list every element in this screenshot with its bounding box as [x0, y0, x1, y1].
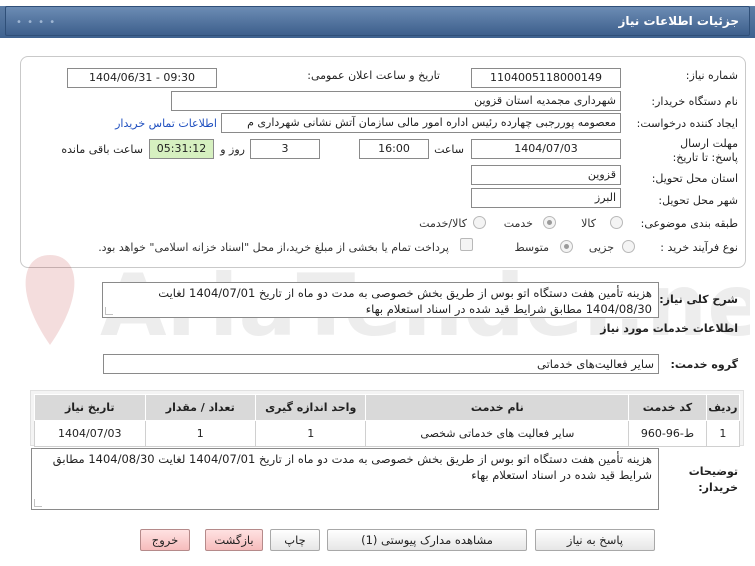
category-goods-service-radio[interactable]: [473, 216, 486, 229]
category-goods-radio[interactable]: [610, 216, 623, 229]
category-goods-service-label: کالا/خدمت: [419, 217, 467, 230]
column-header: کد خدمت: [628, 394, 707, 421]
process-medium-radio[interactable]: [560, 240, 573, 253]
column-header: ردیف: [705, 394, 741, 421]
summary-text: هزینه تأمین هفت دستگاه اتو بوس از طریق ب…: [158, 286, 652, 316]
days-remaining-field: 3: [250, 139, 320, 159]
days-label: روز و: [220, 143, 245, 156]
summary-textarea[interactable]: هزینه تأمین هفت دستگاه اتو بوس از طریق ب…: [102, 282, 659, 318]
category-service-radio[interactable]: [543, 216, 556, 229]
column-header: واحد اندازه گیری: [254, 394, 367, 421]
announce-datetime-label: تاریخ و ساعت اعلان عمومی:: [307, 69, 440, 82]
buyer-org-field: شهرداری مجمدیه استان قزوین: [171, 91, 621, 111]
title-bar: • • • • جزئیات اطلاعات نیاز: [0, 0, 755, 38]
category-goods-label: کالا: [581, 217, 596, 230]
province-label: استان محل تحویل:: [651, 172, 738, 185]
category-service-label: خدمت: [503, 217, 533, 230]
remaining-time-label: ساعت باقی مانده: [61, 143, 143, 156]
category-label: طبقه بندی موضوعی:: [640, 217, 738, 230]
summary-label: شرح کلی نیاز:: [659, 293, 738, 306]
process-medium-label: متوسط: [514, 241, 549, 254]
creator-field: معصومه پوررجبی چهارده رئیس اداره امور ما…: [221, 113, 621, 133]
services-section-title: اطلاعات خدمات مورد نیاز: [600, 322, 738, 335]
buyer-notes-text: هزینه تأمین هفت دستگاه اتو بوس از طریق ب…: [52, 452, 652, 482]
resize-handle-icon[interactable]: [34, 499, 42, 507]
table-cell: 1: [254, 420, 367, 447]
dots-icon: • • • •: [16, 17, 57, 28]
column-header: نام خدمت: [365, 394, 630, 421]
table-cell: 1: [705, 420, 741, 447]
table-cell: سایر فعالیت های خدماتی شخصی: [365, 420, 630, 447]
table-cell: ط-96-960: [628, 420, 707, 447]
treasury-payment-note: پرداخت تمام یا بخشی از مبلغ خرید،از محل …: [98, 241, 449, 254]
back-button[interactable]: بازگشت: [205, 529, 263, 551]
print-button[interactable]: چاپ: [270, 529, 320, 551]
deadline-date-field: 1404/07/03: [471, 139, 621, 159]
table-header-row: ردیف کد خدمت نام خدمت واحد اندازه گیری ت…: [34, 394, 741, 421]
deadline-time-label: ساعت: [434, 143, 464, 156]
title-bar-inner: • • • • جزئیات اطلاعات نیاز: [5, 6, 750, 36]
service-group-field: سایر فعالیت‌های خدماتی: [103, 354, 659, 374]
services-table: ردیف کد خدمت نام خدمت واحد اندازه گیری ت…: [34, 394, 741, 447]
buyer-notes-label: توضیحات خریدار:: [688, 465, 738, 494]
service-group-label: گروه خدمت:: [670, 358, 738, 371]
exit-button[interactable]: خروج: [140, 529, 190, 551]
services-table-wrapper: ردیف کد خدمت نام خدمت واحد اندازه گیری ت…: [30, 390, 744, 447]
treasury-payment-checkbox[interactable]: [460, 238, 473, 251]
need-number-field: 1104005118000149: [471, 68, 621, 88]
table-cell: 1404/07/03: [34, 420, 146, 447]
process-minor-radio[interactable]: [622, 240, 635, 253]
attachments-button[interactable]: مشاهده مدارک پیوستی (1): [327, 529, 527, 551]
deadline-time-field: 16:00: [359, 139, 429, 159]
buyer-notes-textarea[interactable]: هزینه تأمین هفت دستگاه اتو بوس از طریق ب…: [31, 448, 659, 510]
buyer-org-label: نام دستگاه خریدار:: [651, 95, 738, 108]
column-header: تعداد / مقدار: [144, 394, 256, 421]
table-row: 1 ط-96-960 سایر فعالیت های خدماتی شخصی 1…: [34, 420, 741, 447]
reply-button[interactable]: پاسخ به نیاز: [535, 529, 655, 551]
process-minor-label: جزیی: [588, 241, 614, 254]
process-type-label: نوع فرآیند خرید :: [660, 241, 738, 254]
announce-datetime-field: 1404/06/31 - 09:30: [67, 68, 217, 88]
creator-label: ایجاد کننده درخواست:: [636, 117, 738, 130]
remaining-time-field: 05:31:12: [149, 139, 214, 159]
buyer-contact-link[interactable]: اطلاعات تماس خریدار: [115, 117, 217, 130]
resize-handle-icon[interactable]: [105, 307, 113, 315]
column-header: تاریخ نیاز: [34, 394, 146, 421]
city-label: شهر محل تحویل:: [658, 194, 738, 207]
need-number-label: شماره نیاز:: [685, 69, 738, 82]
deadline-label: مهلت ارسال پاسخ: تا تاریخ:: [672, 137, 738, 164]
province-field: قزوین: [471, 165, 621, 185]
city-field: البرز: [471, 188, 621, 208]
page-title: جزئیات اطلاعات نیاز: [618, 14, 739, 28]
table-cell: 1: [144, 420, 256, 447]
